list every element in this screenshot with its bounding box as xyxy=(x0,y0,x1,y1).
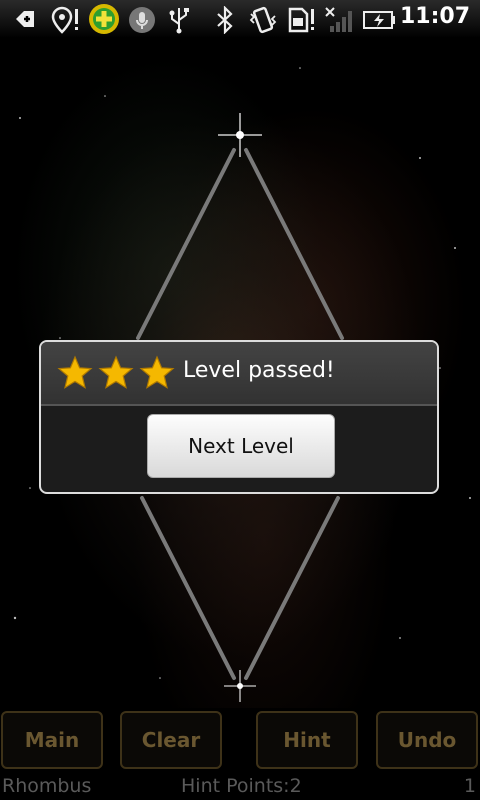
dialog-body: Next Level xyxy=(41,406,437,492)
undo-button[interactable]: Undo xyxy=(376,711,478,769)
level-name: Rhombus xyxy=(2,775,92,797)
star-icon xyxy=(98,355,134,389)
sim-icon xyxy=(286,6,318,40)
usb-icon xyxy=(166,6,192,40)
level-passed-dialog: Level passed! Next Level xyxy=(39,340,439,494)
battery-charging-icon xyxy=(362,6,396,40)
clear-button[interactable]: Clear xyxy=(120,711,222,769)
main-button[interactable]: Main xyxy=(1,711,103,769)
star-icon xyxy=(57,355,93,389)
location-icon xyxy=(50,6,82,40)
vertex-top[interactable] xyxy=(218,113,262,157)
status-time: 11:07 xyxy=(399,4,470,29)
next-level-button[interactable]: Next Level xyxy=(147,414,335,478)
plus-app-icon xyxy=(88,3,120,41)
mic-icon xyxy=(128,6,156,40)
signal-icon xyxy=(324,6,356,40)
rating-stars xyxy=(57,355,175,395)
status-bar: 11:07 xyxy=(0,0,480,39)
usb-debug-icon xyxy=(12,6,38,38)
dialog-title: Level passed! xyxy=(183,358,335,383)
vertex-bottom[interactable] xyxy=(224,670,256,702)
hint-button[interactable]: Hint xyxy=(256,711,358,769)
dialog-header: Level passed! xyxy=(41,342,437,406)
hint-points: Hint Points:2 xyxy=(181,775,302,797)
bluetooth-icon xyxy=(214,5,236,40)
star-icon xyxy=(139,355,175,389)
footer-bar: Rhombus Hint Points:2 1 xyxy=(0,772,480,800)
vibrate-icon xyxy=(248,6,278,40)
level-count: 1 xyxy=(463,775,476,797)
